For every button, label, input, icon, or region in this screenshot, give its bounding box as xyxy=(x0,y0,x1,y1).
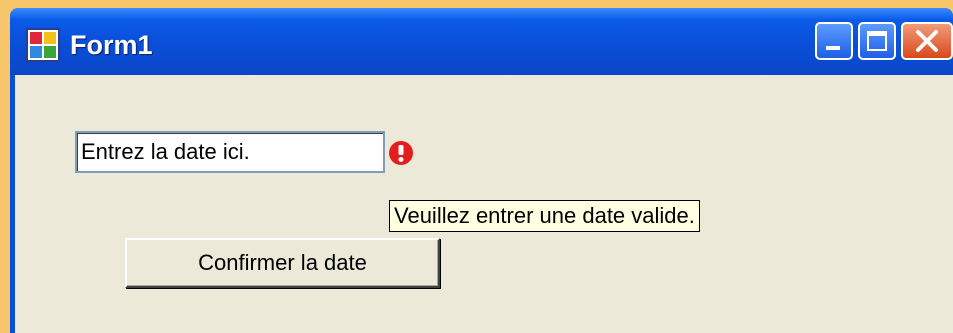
maximize-icon xyxy=(867,31,887,51)
close-icon xyxy=(916,30,938,52)
form1-window: Form1 Veuillez entrer une date valide. xyxy=(10,8,953,333)
error-tooltip: Veuillez entrer une date valide. xyxy=(389,200,700,232)
confirm-date-button[interactable]: Confirmer la date xyxy=(125,238,440,288)
close-button[interactable] xyxy=(901,22,953,60)
minimize-button[interactable] xyxy=(815,22,853,60)
title-bar[interactable]: Form1 xyxy=(10,8,953,75)
maximize-button[interactable] xyxy=(858,22,896,60)
date-input[interactable] xyxy=(75,131,385,173)
window-title: Form1 xyxy=(70,30,153,60)
error-exclamation-icon xyxy=(389,141,413,165)
minimize-icon xyxy=(826,46,840,50)
form-app-icon xyxy=(26,28,60,62)
form-client-area: Veuillez entrer une date valide. Confirm… xyxy=(15,75,953,333)
